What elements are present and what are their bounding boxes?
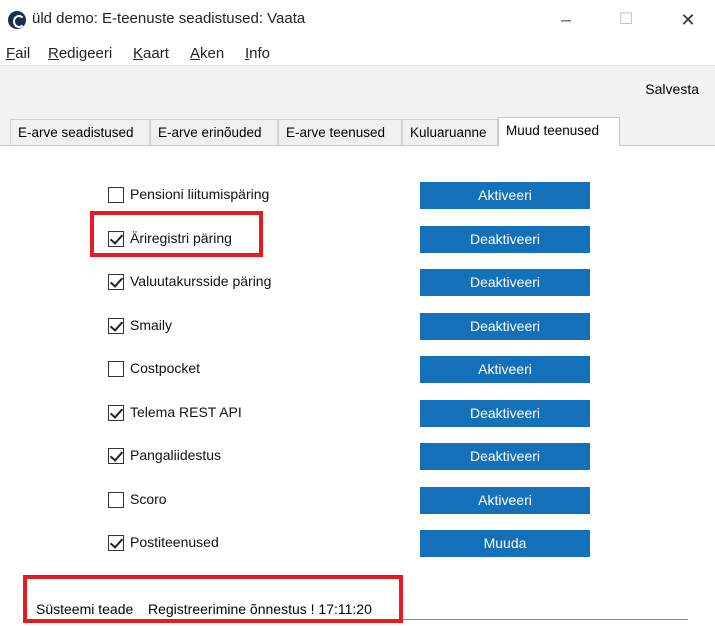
maximize-button[interactable]: ☐ <box>606 6 646 34</box>
toolbar: Salvesta <box>0 65 715 109</box>
service-label: Postiteenused <box>130 534 219 550</box>
menu-window[interactable]: Aken <box>190 45 224 62</box>
tab-muud-teenused[interactable]: Muud teenused <box>498 117 620 146</box>
annotation-highlight-status <box>23 575 403 623</box>
menu-info[interactable]: Info <box>245 45 270 62</box>
tab-e-arve-seadistused[interactable]: E-arve seadistused <box>10 119 150 145</box>
save-button[interactable]: Salvesta <box>645 81 699 97</box>
service-label: Scoro <box>130 491 167 507</box>
service-label: Telema REST API <box>130 404 242 420</box>
tab-e-arve-erinouded[interactable]: E-arve erinõuded <box>150 119 278 145</box>
service-row: Pensioni liitumispäring Aktiveeri <box>0 180 715 210</box>
service-toggle-button[interactable]: Deaktiveeri <box>420 443 590 470</box>
menu-card[interactable]: Kaart <box>133 45 169 62</box>
service-checkbox[interactable] <box>108 405 124 421</box>
tab-strip: E-arve seadistused E-arve erinõuded E-ar… <box>0 109 715 146</box>
service-label: Costpocket <box>130 360 201 376</box>
service-toggle-button[interactable]: Deaktiveeri <box>420 226 590 253</box>
service-label: Smaily <box>130 317 173 333</box>
service-checkbox[interactable] <box>108 318 124 334</box>
service-row: Valuutakursside päring Deaktiveeri <box>0 267 715 297</box>
service-checkbox[interactable] <box>108 187 124 203</box>
tab-e-arve-teenused[interactable]: E-arve teenused <box>278 119 402 145</box>
service-toggle-button[interactable]: Aktiveeri <box>420 182 590 209</box>
service-checkbox[interactable] <box>108 361 124 377</box>
service-row: Smaily Deaktiveeri <box>0 311 715 341</box>
close-button[interactable]: ✕ <box>668 6 708 34</box>
title-bar: üld demo: E-teenuste seadistused: Vaata … <box>0 0 715 40</box>
menu-edit[interactable]: Redigeeri <box>48 45 112 62</box>
service-row: Scoro Aktiveeri <box>0 485 715 515</box>
service-toggle-button[interactable]: Aktiveeri <box>420 356 590 383</box>
service-checkbox[interactable] <box>108 535 124 551</box>
tab-kuluaruanne[interactable]: Kuluaruanne <box>402 119 498 145</box>
service-checkbox[interactable] <box>108 448 124 464</box>
service-row: Telema REST API Deaktiveeri <box>0 398 715 428</box>
service-checkbox[interactable] <box>108 274 124 290</box>
service-toggle-button[interactable]: Aktiveeri <box>420 487 590 514</box>
menu-file[interactable]: Fail <box>6 45 30 62</box>
menu-bar: Fail Redigeeri Kaart Aken Info <box>0 40 715 64</box>
service-label: Pangaliidestus <box>130 447 222 463</box>
service-row: Costpocket Aktiveeri <box>0 354 715 384</box>
service-toggle-button[interactable]: Deaktiveeri <box>420 269 590 296</box>
minimize-button[interactable]: ─ <box>546 6 586 34</box>
service-label: Valuutakursside päring <box>130 273 272 289</box>
service-toggle-button[interactable]: Deaktiveeri <box>420 400 590 427</box>
service-toggle-button[interactable]: Deaktiveeri <box>420 313 590 340</box>
service-toggle-button[interactable]: Muuda <box>420 530 590 557</box>
app-logo-icon <box>8 11 26 29</box>
service-row: Pangaliidestus Deaktiveeri <box>0 441 715 471</box>
service-checkbox[interactable] <box>108 492 124 508</box>
service-label: Pensioni liitumispäring <box>130 186 270 202</box>
service-row: Postiteenused Muuda <box>0 528 715 558</box>
annotation-highlight-ariregister <box>90 211 263 257</box>
window-title: üld demo: E-teenuste seadistused: Vaata <box>32 10 306 27</box>
